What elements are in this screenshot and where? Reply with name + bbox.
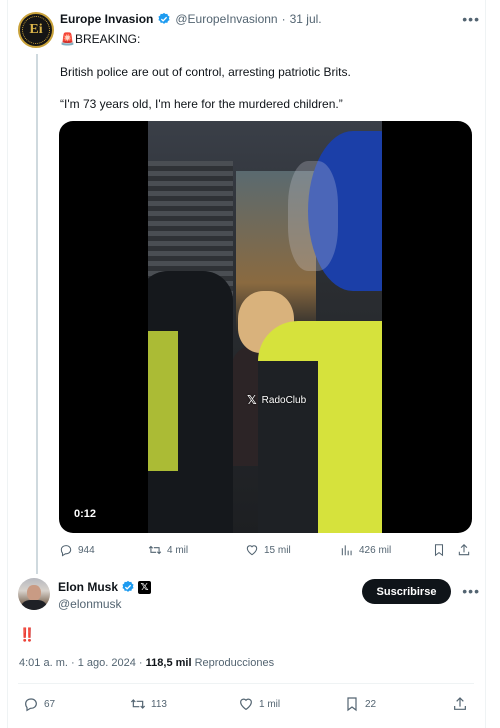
main-tweet-header: Elon Musk 𝕏 <box>58 580 152 594</box>
visor-image-part <box>288 161 338 271</box>
reply-button[interactable]: 67 <box>23 696 55 712</box>
tweet-time[interactable]: 4:01 a. m. <box>19 657 68 669</box>
repost-button[interactable]: 113 <box>130 696 167 712</box>
officer-right-image-part <box>258 321 382 533</box>
frame-border-right <box>485 0 486 728</box>
tweet-date[interactable]: 1 ago. 2024 <box>78 657 136 669</box>
x-affiliation-icon: 𝕏 <box>138 580 152 594</box>
like-icon <box>240 698 252 711</box>
tweet-text-line2: “I'm 73 years old, I'm here for the murd… <box>60 97 343 111</box>
meta-separator: · <box>138 657 143 669</box>
like-count: 15 mil <box>264 544 291 556</box>
main-tweet-actions: 67 113 1 mil 22 <box>0 696 500 714</box>
avatar-ring <box>22 16 50 44</box>
avatar-suit-image-part <box>20 600 48 610</box>
author-handle[interactable]: @elonmusk <box>58 597 122 611</box>
header-separator: · <box>281 12 286 26</box>
reply-icon <box>25 698 37 712</box>
share-button[interactable] <box>452 696 468 712</box>
reply-icon <box>60 545 72 557</box>
video-duration: 0:12 <box>70 506 101 522</box>
reply-count: 944 <box>78 544 95 556</box>
more-icon[interactable]: ••• <box>462 583 480 599</box>
x-logo-icon: 𝕏 <box>247 393 257 407</box>
like-count: 1 mil <box>259 698 281 710</box>
quoted-tweet-header: Europe Invasion @EuropeInvasionn · 31 ju… <box>60 12 322 26</box>
tweet-date[interactable]: 31 jul. <box>290 12 322 26</box>
subscribe-button[interactable]: Suscribirse <box>362 579 451 604</box>
share-icon <box>454 697 466 710</box>
repost-button[interactable]: 4 mil <box>148 543 188 557</box>
share-icon <box>458 544 470 556</box>
bookmark-button[interactable] <box>432 543 446 557</box>
video-frame <box>148 121 382 533</box>
views-icon <box>341 545 352 556</box>
video-watermark: 𝕏 RadoClub <box>247 393 306 407</box>
verified-icon <box>122 580 134 592</box>
author-handle[interactable]: @EuropeInvasionn <box>175 12 277 26</box>
like-icon <box>246 545 258 556</box>
quoted-tweet-actions: 944 4 mil 15 mil 426 mil <box>59 542 474 558</box>
siren-icon: 🚨 <box>60 32 75 46</box>
views-label: Reproducciones <box>194 657 275 669</box>
more-icon[interactable]: ••• <box>462 11 480 27</box>
frame-border-left <box>7 0 8 728</box>
author-name[interactable]: Elon Musk <box>58 580 118 594</box>
bookmark-button[interactable]: 22 <box>344 696 376 712</box>
main-tweet-text: ‼️ <box>19 627 36 642</box>
video-player[interactable]: 𝕏 RadoClub 0:12 <box>59 121 472 533</box>
watermark-text: RadoClub <box>261 394 307 406</box>
breaking-label: BREAKING: <box>74 32 141 46</box>
avatar-face-image-part <box>27 585 41 601</box>
officer-left-image-part <box>148 271 233 533</box>
tweet-text-line1: British police are out of control, arres… <box>60 65 351 79</box>
meta-separator: · <box>70 657 75 669</box>
views-count: 118,5 mil <box>145 657 192 669</box>
reply-count: 67 <box>44 698 56 710</box>
europe-invasion-avatar[interactable]: Ei <box>18 12 54 48</box>
share-button[interactable] <box>457 543 471 557</box>
like-button[interactable]: 15 mil <box>245 543 291 557</box>
thread-line <box>36 54 38 574</box>
divider <box>18 683 474 684</box>
author-name[interactable]: Europe Invasion <box>60 12 153 26</box>
breaking-line: 🚨BREAKING: <box>60 31 470 47</box>
bookmark-icon <box>347 697 357 712</box>
repost-icon <box>130 699 146 709</box>
repost-count: 4 mil <box>167 544 189 556</box>
views-count: 426 mil <box>359 544 392 556</box>
reply-button[interactable]: 944 <box>59 543 95 557</box>
like-button[interactable]: 1 mil <box>238 696 280 712</box>
views-button[interactable]: 426 mil <box>340 543 391 557</box>
bookmark-icon <box>434 544 444 557</box>
verified-icon <box>158 12 170 24</box>
repost-icon <box>148 545 162 555</box>
elon-musk-avatar[interactable] <box>18 578 50 610</box>
tweet-meta: 4:01 a. m. · 1 ago. 2024 · 118,5 mil Rep… <box>19 657 274 669</box>
repost-count: 113 <box>151 698 167 710</box>
bookmark-count: 22 <box>365 698 377 710</box>
